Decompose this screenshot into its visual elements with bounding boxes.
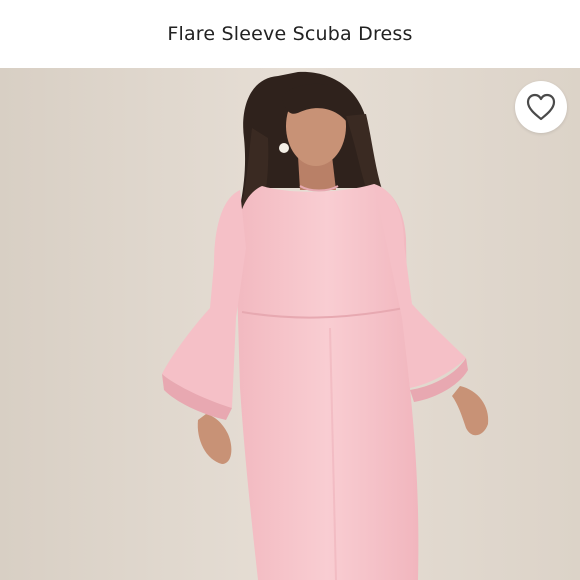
model-illustration	[0, 68, 580, 580]
favorite-button[interactable]	[515, 81, 567, 133]
product-photo[interactable]	[0, 68, 580, 580]
product-header: Flare Sleeve Scuba Dress	[0, 0, 580, 68]
heart-outline-icon	[525, 92, 557, 122]
product-page: Flare Sleeve Scuba Dress	[0, 0, 580, 580]
product-title: Flare Sleeve Scuba Dress	[167, 23, 413, 45]
